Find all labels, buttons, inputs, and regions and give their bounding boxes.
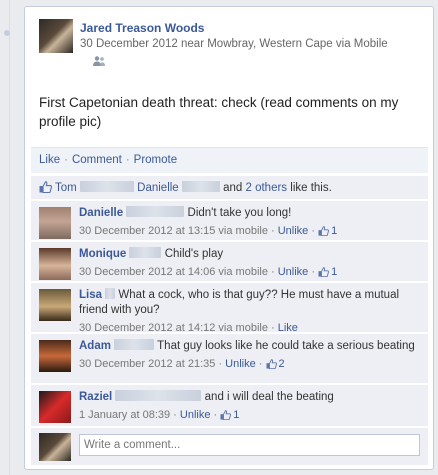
comment-text: Didn't take you long! (187, 207, 292, 219)
comment-text: and i will deal the beating (204, 391, 334, 403)
separator: · (125, 154, 130, 166)
comment-like-count[interactable]: 2 (266, 358, 285, 370)
timeline-spine (0, 0, 10, 475)
comment-date[interactable]: 30 December 2012 at 21:35 (79, 358, 215, 370)
unlike-link[interactable]: Unlike (180, 409, 211, 421)
comment-like-count[interactable]: 1 (318, 266, 337, 278)
like-link[interactable]: Like (278, 322, 298, 334)
comment-body: Monique Child's play 30 December 2012 at… (79, 247, 338, 278)
comment-item: Monique Child's play 30 December 2012 at… (31, 242, 428, 282)
unlike-link[interactable]: Unlike (278, 266, 309, 278)
author-avatar[interactable] (39, 19, 73, 53)
commenter-name[interactable]: Lisa (79, 289, 102, 301)
comment-body: Raziel and i will deal the beating 1 Jan… (79, 390, 334, 421)
comment-text: That guy looks like he could take a seri… (157, 340, 415, 352)
commenter-avatar[interactable] (39, 391, 71, 423)
separator: · (64, 154, 68, 166)
comment-date[interactable]: 30 December 2012 at 14:06 via mobile (79, 266, 268, 278)
comment-item: Raziel and i will deal the beating 1 Jan… (31, 385, 428, 427)
comment-item: Danielle Didn't take you long! 30 Decemb… (31, 201, 428, 241)
redacted-surname (105, 288, 116, 299)
author-name[interactable]: Jared Treason Woods (80, 21, 204, 35)
comment-like-count[interactable]: 1 (220, 409, 239, 421)
likes-suffix: like this. (290, 182, 332, 194)
commenter-avatar[interactable] (39, 289, 71, 321)
likes-summary: Tom Danielle and 2 others like this. (31, 176, 428, 200)
write-comment-input[interactable] (79, 434, 420, 456)
timeline-dot (4, 30, 10, 36)
commenter-name[interactable]: Raziel (79, 391, 112, 403)
comment-date[interactable]: 1 January at 08:39 (79, 409, 170, 421)
comment-date[interactable]: 30 December 2012 at 13:15 via mobile (79, 225, 268, 237)
commenter-avatar[interactable] (39, 340, 71, 372)
comment-body: Lisa What a cock, who is that guy?? He m… (79, 288, 400, 334)
commenter-name[interactable]: Danielle (79, 207, 123, 219)
comment-text: Child's play (164, 248, 224, 260)
commenter-avatar[interactable] (39, 248, 71, 280)
thumbs-up-icon (220, 410, 232, 420)
comment-link[interactable]: Comment (72, 154, 122, 166)
comment-item: Lisa What a cock, who is that guy?? He m… (31, 283, 428, 334)
comment-date[interactable]: 30 December 2012 at 14:12 via mobile (79, 322, 268, 334)
redacted-surname (115, 390, 202, 401)
comment-like-count[interactable]: 1 (318, 225, 337, 237)
story-card: Jared Treason Woods 30 December 2012 nea… (24, 6, 434, 470)
redacted-surname (126, 206, 185, 217)
commenter-name[interactable]: Adam (79, 340, 111, 352)
unlike-link[interactable]: Unlike (225, 358, 256, 370)
comment-item: Adam That guy looks like he could take a… (31, 334, 428, 384)
thumbs-up-icon (39, 181, 52, 193)
liker-name-1[interactable]: Tom (55, 182, 77, 194)
redacted-surname (181, 181, 220, 192)
liker-name-2[interactable]: Danielle (137, 182, 179, 194)
likes-others-link[interactable]: 2 others (246, 182, 288, 194)
viewer-avatar (39, 433, 71, 461)
comment-body: Adam That guy looks like he could take a… (79, 339, 415, 370)
likes-and: and (223, 182, 243, 194)
comment-composer (31, 428, 428, 465)
redacted-surname (79, 181, 134, 192)
story-actions: Like · Comment · Promote (31, 147, 428, 173)
friends-icon[interactable] (92, 55, 106, 67)
commenter-name[interactable]: Monique (79, 248, 126, 260)
thumbs-up-icon (318, 267, 330, 277)
unlike-link[interactable]: Unlike (278, 225, 309, 237)
promote-link[interactable]: Promote (134, 154, 177, 166)
status-text: First Capetonian death threat: check (re… (39, 95, 399, 129)
redacted-surname (114, 339, 155, 350)
redacted-surname (129, 247, 162, 258)
commenter-avatar[interactable] (39, 207, 71, 239)
story-header: Jared Treason Woods 30 December 2012 nea… (39, 19, 419, 71)
comment-text: What a cock, who is that guy?? He must h… (79, 289, 400, 316)
post-meta[interactable]: 30 December 2012 near Mowbray, Western C… (80, 38, 388, 50)
comment-body: Danielle Didn't take you long! 30 Decemb… (79, 206, 338, 237)
thumbs-up-icon (266, 359, 277, 369)
like-link[interactable]: Like (39, 154, 60, 166)
thumbs-up-icon (318, 226, 330, 236)
